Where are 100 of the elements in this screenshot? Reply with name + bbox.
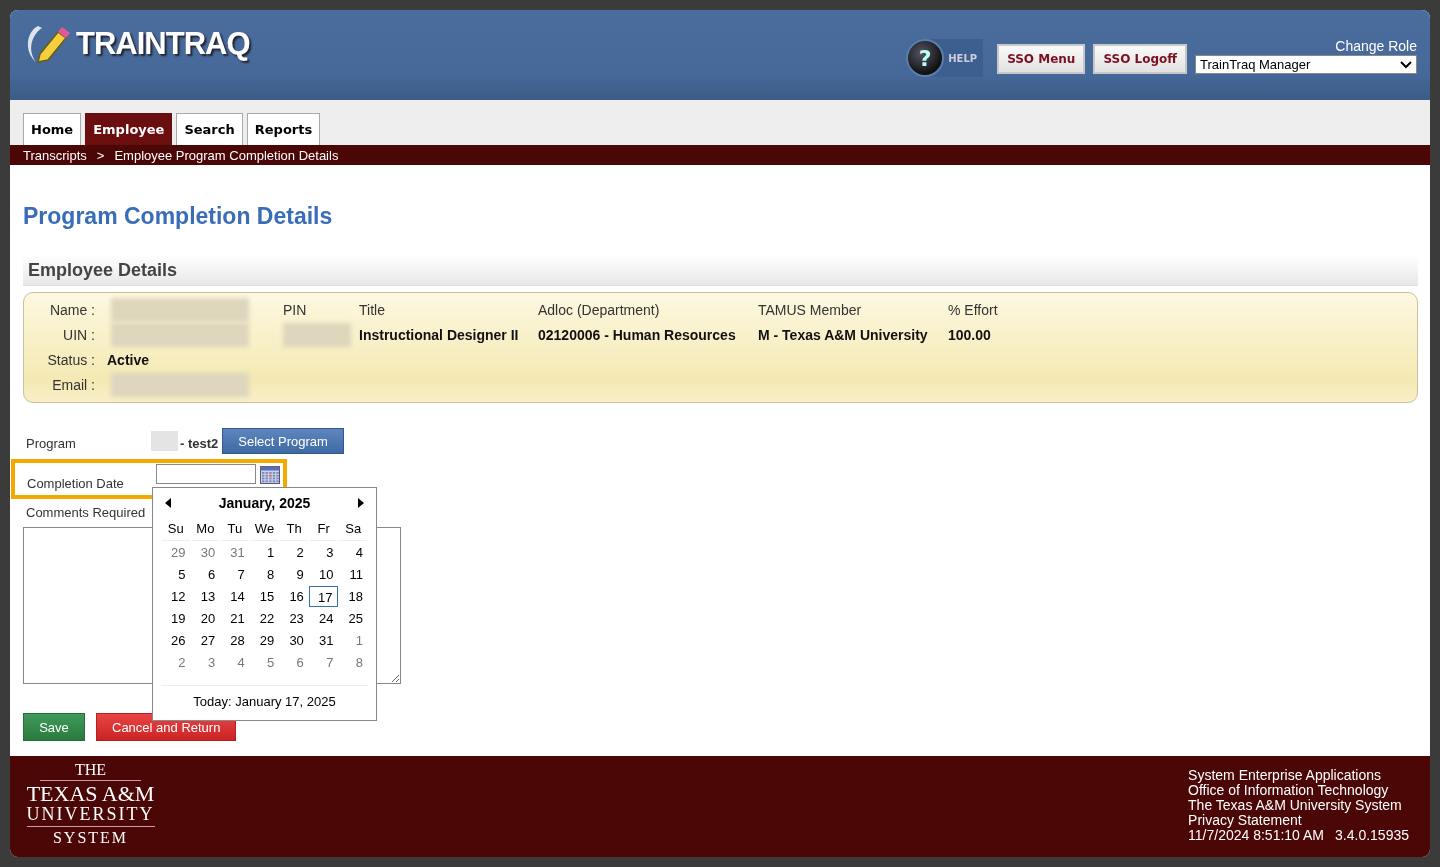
month-title: January, 2025 [218, 495, 311, 511]
calendar-day[interactable]: 29 [249, 630, 280, 651]
role-select[interactable]: TrainTraq Manager [1195, 55, 1417, 74]
calendar-day[interactable]: 8 [338, 652, 368, 673]
column-value: 02120006 - Human Resources [537, 326, 737, 343]
timestamp-text: 11/7/2024 8:51:10 AM [1188, 828, 1325, 843]
footer-text: System Enterprise Applications [1188, 768, 1383, 783]
calendar-day[interactable]: 10 [308, 564, 339, 585]
calendar-day[interactable]: 12 [161, 586, 191, 607]
calendar-day[interactable]: 5 [161, 564, 191, 585]
field-label: Email : [51, 376, 96, 393]
calendar-day[interactable]: 20 [190, 608, 221, 629]
calendar-day[interactable]: 13 [190, 586, 221, 607]
calendar-day[interactable]: 6 [279, 652, 309, 673]
version-text: 3.4.0.15935 [1335, 828, 1409, 843]
column-value: 100.00 [947, 326, 992, 343]
calendar-day[interactable]: 27 [190, 630, 221, 651]
column-label: TAMUS Member [757, 301, 863, 318]
calendar-day[interactable]: 9 [279, 564, 309, 585]
field-label: UIN : [62, 326, 96, 343]
calendar-day[interactable]: 30 [190, 542, 221, 563]
calendar-day[interactable]: 7 [220, 564, 250, 585]
nav-tab[interactable]: Home [23, 113, 82, 145]
calendar-day[interactable]: 4 [220, 652, 250, 673]
calendar-day[interactable]: 14 [220, 586, 250, 607]
breadcrumb-separator: > [96, 147, 105, 163]
university-logo-text: SYSTEM [52, 828, 129, 846]
field-label: Name : [48, 301, 96, 318]
help-button[interactable]: ? HELP [906, 39, 984, 77]
nav-tab[interactable]: Employee [85, 113, 173, 145]
calendar-day[interactable]: 1 [338, 630, 368, 651]
calendar-day[interactable]: 31 [220, 542, 250, 563]
university-logo-text: TEXAS A&M [26, 781, 155, 805]
calendar-day[interactable]: 8 [249, 564, 280, 585]
sso-button[interactable]: SSO Menu [997, 44, 1086, 74]
weekday-label: Fr [309, 517, 338, 541]
field-label: Status : [46, 351, 96, 368]
calendar-day[interactable]: 5 [249, 652, 280, 673]
calendar-day[interactable]: 11 [338, 564, 368, 585]
calendar-day[interactable]: 21 [220, 608, 250, 629]
program-value: - test2 [180, 434, 219, 451]
breadcrumb-current: Employee Program Completion Details [114, 147, 339, 163]
app-logo-text: TRAINTRAQ [76, 26, 250, 62]
nav-tab[interactable]: Reports [246, 113, 321, 145]
calendar-day[interactable]: 17 [308, 586, 339, 607]
field-label: Comments Required [25, 504, 147, 520]
weekday-label: Su [162, 517, 190, 541]
next-month-icon[interactable] [358, 498, 364, 508]
weekday-label: We [250, 517, 279, 541]
calendar-day[interactable]: 4 [338, 542, 368, 563]
field-label: Program [25, 435, 77, 451]
today-link[interactable]: Today: January 17, 2025 [161, 694, 368, 709]
calendar-day[interactable]: 3 [308, 542, 339, 563]
column-value: M - Texas A&M University [757, 326, 929, 343]
calendar-day[interactable]: 18 [338, 586, 368, 607]
weekday-label: Tu [221, 517, 249, 541]
calendar-day[interactable]: 19 [161, 608, 191, 629]
calendar-day[interactable]: 31 [308, 630, 339, 651]
change-role-label: Change Role [1335, 38, 1417, 54]
calendar-day[interactable]: 7 [308, 652, 339, 673]
column-value: Instructional Designer II [358, 326, 520, 343]
calendar-day[interactable]: 24 [308, 608, 339, 629]
calendar-day[interactable]: 16 [279, 586, 309, 607]
calendar-day[interactable]: 22 [249, 608, 280, 629]
field-label: Completion Date [26, 476, 125, 491]
calendar-day[interactable]: 25 [338, 608, 368, 629]
column-label: PIN [282, 301, 308, 318]
calendar-day[interactable]: 2 [279, 542, 309, 563]
calendar-day[interactable]: 6 [190, 564, 221, 585]
sso-button[interactable]: SSO Logoff [1093, 44, 1187, 74]
weekday-label: Mo [191, 517, 220, 541]
date-input[interactable] [156, 464, 256, 484]
breadcrumb-link[interactable]: Transcripts [23, 147, 87, 163]
calendar-day[interactable]: 3 [190, 652, 221, 673]
university-logo-text: UNIVERSITY [26, 805, 155, 827]
weekday-label: Sa [339, 517, 367, 541]
footer-text: The Texas A&M University System [1188, 798, 1403, 813]
chevron-down-icon [1400, 60, 1412, 69]
column-label: Adloc (Department) [537, 301, 661, 318]
page-title: Program Completion Details [23, 203, 334, 231]
calendar-day[interactable]: 2 [161, 652, 191, 673]
calendar-day[interactable]: 15 [249, 586, 280, 607]
calendar-day[interactable]: 30 [279, 630, 309, 651]
privacy-link[interactable]: Privacy Statement [1188, 813, 1409, 828]
university-logo-text: THE [39, 762, 142, 781]
calendar-icon[interactable] [260, 466, 280, 484]
select-program-button[interactable]: Select Program [222, 428, 344, 454]
calendar-day[interactable]: 1 [249, 542, 280, 563]
blurred-field [151, 431, 178, 451]
calendar-day[interactable]: 23 [279, 608, 309, 629]
save-button[interactable]: Save [23, 713, 85, 741]
weekday-label: Th [280, 517, 308, 541]
calendar-day[interactable]: 26 [161, 630, 191, 651]
calendar-day[interactable]: 29 [161, 542, 191, 563]
column-label: Title [358, 301, 386, 318]
nav-tab[interactable]: Search [176, 113, 243, 145]
calendar-day[interactable]: 28 [220, 630, 250, 651]
previous-month-icon[interactable] [165, 498, 171, 508]
footer-text: Office of Information Technology [1188, 783, 1390, 798]
column-label: % Effort [947, 301, 999, 318]
